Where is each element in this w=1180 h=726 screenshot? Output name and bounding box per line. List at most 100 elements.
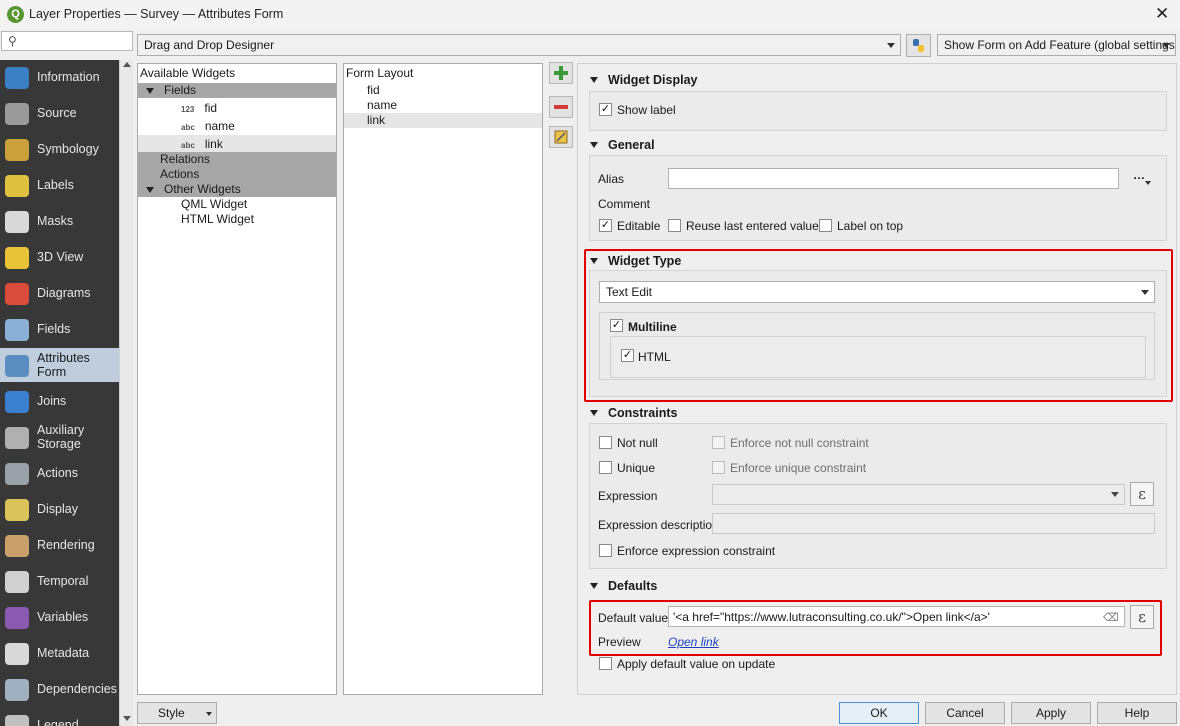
collapse-arrow-icon[interactable] [590, 258, 598, 264]
sidebar-item-label: Temporal [37, 574, 89, 588]
sidebar-item-metadata[interactable]: Metadata [0, 636, 119, 672]
multiline-checkbox[interactable]: ✓ [610, 319, 623, 332]
sidebar-item-display[interactable]: Display [0, 492, 119, 528]
default-value-label: Default value [598, 611, 669, 625]
clear-icon[interactable]: ⌫ [1103, 611, 1119, 624]
sidebar-item-labels[interactable]: Labels [0, 168, 119, 204]
tree-item-actions[interactable]: Actions [138, 167, 336, 182]
show-form-combo[interactable]: Show Form on Add Feature (global setting… [937, 34, 1176, 56]
expression-input[interactable] [712, 484, 1125, 505]
layout-item-link[interactable]: link [344, 113, 542, 128]
sidebar-item-masks[interactable]: Masks [0, 204, 119, 240]
collapse-arrow-icon[interactable] [590, 583, 598, 589]
show-label-text: Show label [617, 103, 676, 117]
plus-icon [554, 66, 568, 80]
tree-item-field-fid[interactable]: 123 fid [138, 99, 336, 117]
sidebar-scrollbar[interactable] [119, 60, 133, 726]
sidebar-item-label: Diagrams [37, 286, 91, 300]
display-icon [5, 499, 29, 521]
sidebar-item-source[interactable]: Source [0, 96, 119, 132]
sidebar-item-dependencies[interactable]: Dependencies [0, 672, 119, 708]
apply-default-on-update-checkbox[interactable] [599, 657, 612, 670]
label-on-top-checkbox[interactable] [819, 219, 832, 232]
editable-checkbox[interactable]: ✓ [599, 219, 612, 232]
sidebar-item-legend[interactable]: Legend [0, 708, 119, 726]
tree-item-field-link[interactable]: abc link [138, 135, 336, 153]
field-name: link [204, 137, 223, 151]
collapse-arrow-icon[interactable] [590, 142, 598, 148]
remove-container-button[interactable] [549, 96, 573, 118]
edit-form-button[interactable] [549, 126, 573, 148]
sidebar-item-label: Symbology [37, 142, 99, 156]
information-icon [5, 67, 29, 89]
tree-item-label: Other Widgets [164, 182, 241, 196]
alias-label: Alias [598, 172, 625, 186]
expression-description-input[interactable] [712, 513, 1155, 534]
ok-button[interactable]: OK [839, 702, 919, 724]
sidebar-item-fields[interactable]: Fields [0, 312, 119, 348]
preview-link[interactable]: Open link [668, 635, 719, 649]
add-container-button[interactable] [549, 62, 573, 84]
sidebar-item-variables[interactable]: Variables [0, 600, 119, 636]
multiline-group [610, 336, 1146, 378]
defaults-title: Defaults [608, 579, 658, 593]
enforce-expression-checkbox[interactable] [599, 544, 612, 557]
tree-item-relations[interactable]: Relations [138, 152, 336, 167]
fields-icon [5, 319, 29, 341]
collapse-arrow-icon[interactable] [590, 410, 598, 416]
sidebar-item-information[interactable]: Information [0, 60, 119, 96]
enforce-not-null-text: Enforce not null constraint [730, 436, 869, 450]
collapse-arrow-icon[interactable] [590, 77, 598, 83]
tree-item-field-name[interactable]: abc name [138, 117, 336, 135]
style-button[interactable]: Style [137, 702, 217, 724]
form-edit-icon [554, 130, 568, 144]
tree-item-other-widgets[interactable]: Other Widgets [138, 182, 336, 197]
sidebar-item-attributes-form[interactable]: Attributes Form [0, 348, 119, 382]
symbology-icon [5, 139, 29, 161]
tree-item-qml-widget[interactable]: QML Widget [138, 197, 336, 212]
alias-more-button[interactable]: … [1133, 168, 1145, 182]
cancel-button[interactable]: Cancel [925, 702, 1005, 724]
layout-item-name[interactable]: name [344, 98, 542, 113]
3d-view-icon [5, 247, 29, 269]
html-checkbox[interactable]: ✓ [621, 349, 634, 362]
sidebar-item-3d-view[interactable]: 3D View [0, 240, 119, 276]
sidebar-item-temporal[interactable]: Temporal [0, 564, 119, 600]
apply-button[interactable]: Apply [1011, 702, 1091, 724]
sidebar-item-actions[interactable]: Actions [0, 456, 119, 490]
form-layout-panel: Form Layout fid name link [343, 63, 543, 695]
designer-combo[interactable]: Drag and Drop Designer [137, 34, 901, 56]
python-init-button[interactable] [906, 34, 931, 57]
widget-type-combo[interactable]: Text Edit [599, 281, 1155, 303]
tree-item-fields[interactable]: Fields [138, 83, 336, 98]
tree-item-html-widget[interactable]: HTML Widget [138, 212, 336, 227]
enforce-not-null-checkbox[interactable] [712, 436, 725, 449]
default-expression-builder-button[interactable]: ε [1130, 605, 1154, 629]
sidebar-item-diagrams[interactable]: Diagrams [0, 276, 119, 312]
sidebar-item-auxiliary-storage[interactable]: Auxiliary Storage [0, 420, 119, 458]
layout-item-fid[interactable]: fid [344, 83, 542, 98]
show-label-checkbox[interactable]: ✓ [599, 103, 612, 116]
expression-builder-button[interactable]: ε [1130, 482, 1154, 506]
sidebar-item-symbology[interactable]: Symbology [0, 132, 119, 168]
sidebar-item-label: Legend [37, 718, 79, 726]
sidebar-item-rendering[interactable]: Rendering [0, 528, 119, 564]
help-button[interactable]: Help [1097, 702, 1177, 724]
metadata-icon [5, 643, 29, 665]
close-icon[interactable]: ✕ [1155, 4, 1169, 24]
default-value-input[interactable]: '<a href="https://www.lutraconsulting.co… [668, 606, 1125, 627]
labels-icon [5, 175, 29, 197]
temporal-icon [5, 571, 29, 593]
dependencies-icon [5, 679, 29, 701]
search-input[interactable]: ⚲ [1, 31, 133, 51]
alias-input[interactable] [668, 168, 1119, 189]
enforce-unique-checkbox[interactable] [712, 461, 725, 474]
designer-combo-value: Drag and Drop Designer [144, 38, 275, 52]
not-null-checkbox[interactable] [599, 436, 612, 449]
unique-checkbox[interactable] [599, 461, 612, 474]
sidebar-item-joins[interactable]: Joins [0, 384, 119, 420]
constraints-title: Constraints [608, 406, 678, 420]
reuse-last-value-checkbox[interactable] [668, 219, 681, 232]
scroll-up-icon[interactable] [123, 62, 131, 67]
scroll-down-icon[interactable] [123, 716, 131, 721]
